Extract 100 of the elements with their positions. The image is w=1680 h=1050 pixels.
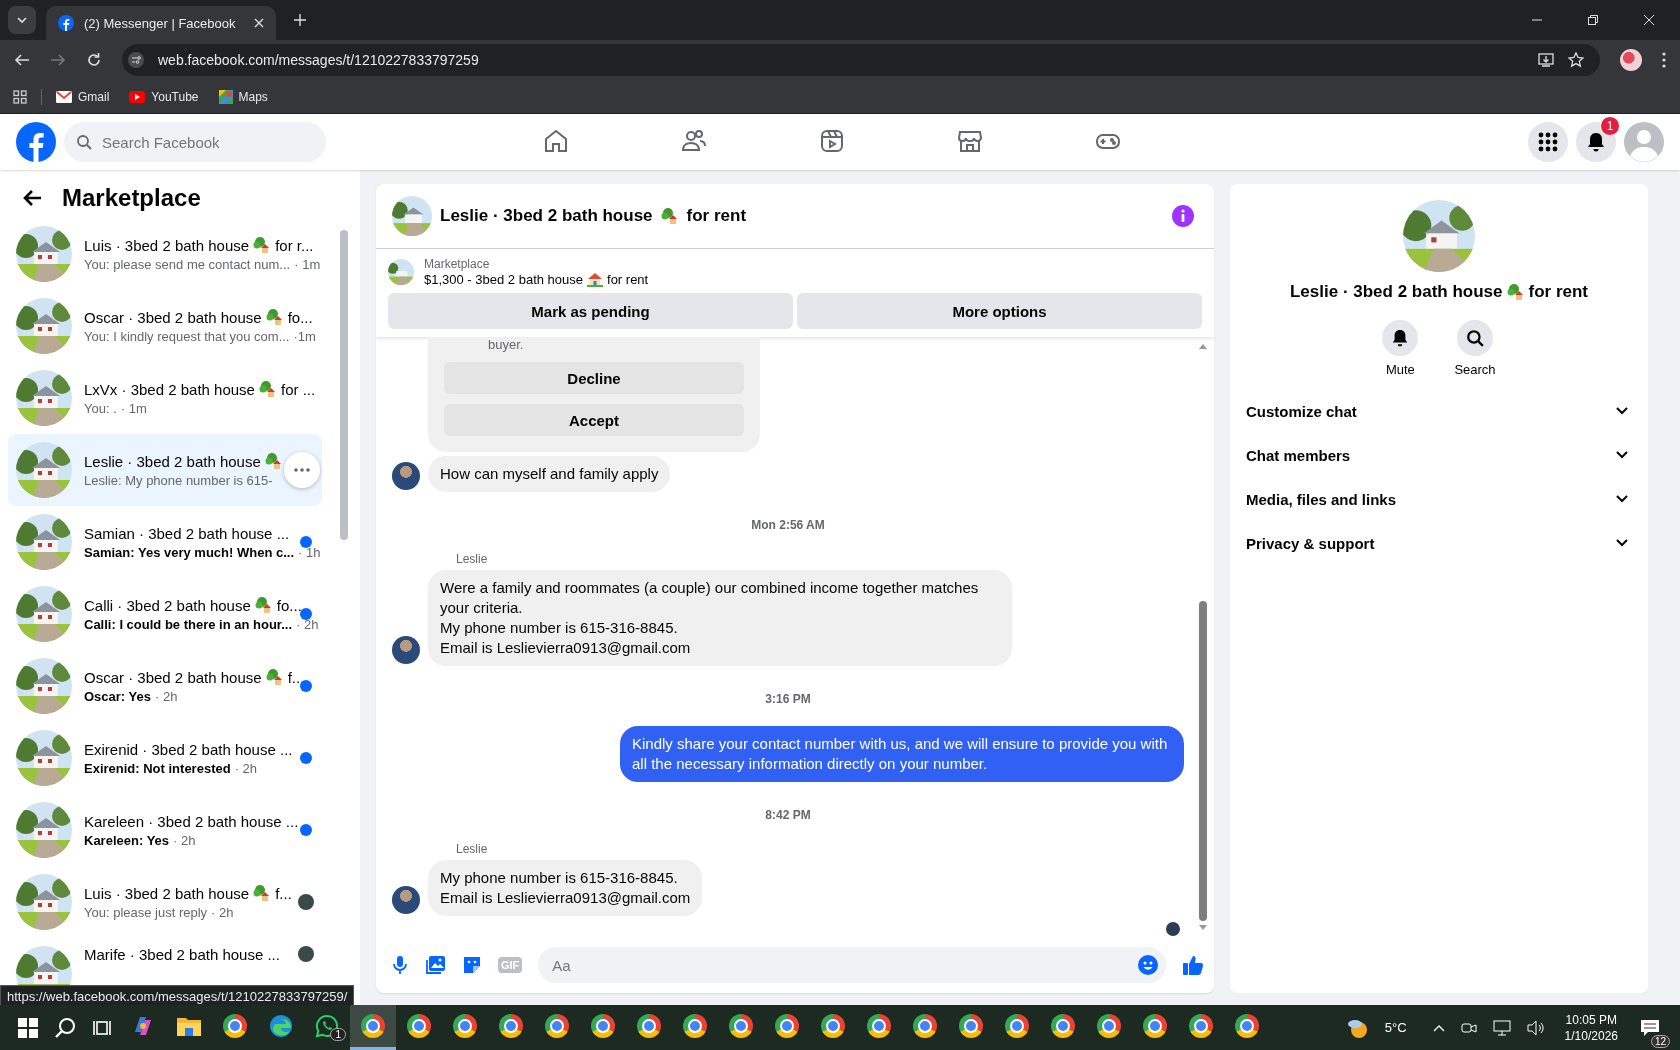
- star-icon[interactable]: [1568, 52, 1584, 68]
- message-bubble: Were a family and roommates (a couple) our combined income together matches your criteria. My phone number is 615-316-8845. Email is Leslievierra0913@gmail.com: [428, 570, 1012, 666]
- conversation-item[interactable]: Luis · 3bed 2 bath house for r... You: please send me contact num... · 1m: [8, 218, 322, 290]
- conversation-item[interactable]: Kareleen · 3bed 2 bath house ... Kareleen: Yes · 2h: [8, 794, 322, 866]
- forward-icon[interactable]: [50, 52, 66, 68]
- conversation-title: Calli · 3bed 2 bath house: [84, 596, 251, 614]
- back-icon[interactable]: [14, 52, 30, 68]
- clock-date: 1/10/2026: [1564, 1027, 1618, 1044]
- bookmark[interactable]: Maps: [218, 89, 268, 104]
- bookmark[interactable]: Gmail: [56, 89, 110, 104]
- conversation-item[interactable]: Exirenid · 3bed 2 bath house ... Exirenid: Not interested · 2h: [8, 722, 322, 794]
- message-input[interactable]: Aa: [538, 947, 1166, 983]
- action-button[interactable]: Mark as pending: [388, 293, 793, 329]
- card-button[interactable]: Accept: [444, 404, 744, 436]
- camera-icon[interactable]: [1460, 1020, 1477, 1035]
- conversation-item[interactable]: Oscar · 3bed 2 bath house fo... You: I kindly request that you com... ·1m: [8, 290, 322, 362]
- browser-logo-icon: [821, 1014, 845, 1038]
- close-icon[interactable]: [1644, 15, 1654, 25]
- message-preview: Kareleen: Yes: [84, 832, 170, 848]
- browser-app-icon[interactable]: [350, 1005, 396, 1050]
- chat-app-icon[interactable]: 1: [304, 1005, 350, 1050]
- more-icon[interactable]: [1662, 52, 1666, 68]
- message-time: · 1m: [120, 401, 147, 416]
- conversation-item[interactable]: Luis · 3bed 2 bath house f... You: please just reply · 2h: [8, 866, 322, 938]
- chat-bubble-icon: [315, 1014, 339, 1038]
- close-icon[interactable]: [254, 18, 264, 28]
- conversation-item[interactable]: Leslie · 3bed 2 bath house Leslie: My phone number is 615-: [8, 434, 322, 506]
- new-tab-icon[interactable]: [294, 14, 306, 26]
- profile-avatar[interactable]: [1620, 49, 1642, 71]
- timestamp: 8:42 PM: [765, 808, 811, 822]
- card-button[interactable]: Decline: [444, 362, 744, 394]
- message-preview: Leslie: My phone number is 615-: [84, 473, 273, 488]
- conversation-item[interactable]: LxVx · 3bed 2 bath house for ... You: . · 1m: [8, 362, 322, 434]
- conversation-title: Kareleen · 3bed 2 bath house ...: [84, 812, 299, 830]
- listing-label: Marketplace: [424, 257, 491, 271]
- apps-grid-icon[interactable]: [13, 89, 27, 104]
- conversation-title: for r...: [275, 236, 314, 254]
- browser-logo-icon: [407, 1014, 431, 1038]
- chevron-icon: [1616, 495, 1628, 503]
- section-header[interactable]: Privacy & support: [1238, 521, 1640, 565]
- map-icon: [218, 89, 233, 104]
- section-header[interactable]: Chat members: [1238, 433, 1640, 477]
- notifications-button[interactable]: [1576, 122, 1616, 162]
- caret-icon[interactable]: [1432, 1023, 1445, 1032]
- chat-title: Leslie · 3bed 2 bath house: [440, 206, 653, 226]
- site-settings-icon[interactable]: [128, 52, 144, 68]
- browser-logo-icon: [1005, 1014, 1029, 1038]
- browser-logo-icon: [453, 1014, 477, 1038]
- message-preview: Exirenid: Not interested: [84, 760, 231, 776]
- mail-icon: [56, 90, 72, 103]
- f-logo-icon[interactable]: [16, 122, 56, 162]
- search-input[interactable]: Search Facebook: [100, 132, 314, 152]
- thumbs-up-icon[interactable]: [1182, 954, 1204, 976]
- listing-title: for rent: [607, 271, 649, 287]
- message-preview: Oscar: Yes: [84, 689, 151, 704]
- browser-logo-icon: [683, 1014, 707, 1038]
- conversation-item[interactable]: Calli · 3bed 2 bath house fo... Calli: I could be there in an hour... · 2h: [8, 578, 322, 650]
- browser-tab[interactable]: (2) Messenger | Facebook: [46, 6, 276, 40]
- section-header[interactable]: Media, files and links: [1238, 477, 1640, 521]
- chevron-icon: [1616, 539, 1628, 547]
- search-button[interactable]: [1457, 320, 1493, 356]
- bookmark[interactable]: YouTube: [129, 89, 199, 104]
- photo-icon[interactable]: [426, 955, 446, 975]
- back-icon[interactable]: [22, 189, 42, 207]
- start-icon[interactable]: [18, 1017, 38, 1038]
- card-text: buyer.: [487, 337, 525, 352]
- section-header[interactable]: Customize chat: [1238, 389, 1640, 433]
- search-field[interactable]: Search Facebook: [64, 122, 326, 162]
- message-bubble: How can myself and family apply: [428, 456, 671, 492]
- notification-center-icon[interactable]: [1640, 1018, 1660, 1037]
- speaker-icon[interactable]: [1526, 1019, 1545, 1036]
- sender-name: Leslie: [456, 842, 488, 856]
- network-icon[interactable]: [1492, 1019, 1511, 1036]
- reload-icon[interactable]: [86, 52, 102, 68]
- sticker-icon[interactable]: [462, 955, 482, 975]
- clock-time: 10:05 PM: [1565, 1011, 1617, 1028]
- conversation-title: fo...: [287, 308, 313, 326]
- conversation-title: Leslie · 3bed 2 bath house: [84, 452, 261, 470]
- address-bar[interactable]: web.facebook.com/messages/t/1210227833797259: [122, 44, 1600, 76]
- menu-button[interactable]: [1528, 122, 1568, 162]
- conversation-title: Luis · 3bed 2 bath house: [84, 236, 250, 254]
- chat-name: for rent: [1528, 282, 1589, 302]
- action-button[interactable]: More options: [797, 293, 1202, 329]
- mute-button[interactable]: [1382, 320, 1419, 356]
- conversation-item[interactable]: Samian · 3bed 2 bath house ... Samian: Yes very much! When c... · 1h: [8, 506, 322, 578]
- restore-icon[interactable]: [1588, 15, 1598, 25]
- scroll-down-icon[interactable]: [1199, 925, 1207, 931]
- tab-search-button[interactable]: [8, 6, 36, 34]
- conversation-title: f...: [287, 668, 305, 686]
- search-icon[interactable]: [54, 1016, 76, 1039]
- install-icon[interactable]: [1538, 52, 1554, 68]
- conversation-item[interactable]: Oscar · 3bed 2 bath house f... Oscar: Yes · 2h: [8, 650, 322, 722]
- play-icon: [129, 90, 146, 103]
- scroll-up-icon[interactable]: [1199, 343, 1207, 349]
- emoji-icon[interactable]: [1138, 955, 1158, 975]
- text-input[interactable]: Aa: [550, 955, 1138, 975]
- info-icon[interactable]: [1172, 205, 1194, 227]
- conversation-title: for ...: [280, 380, 316, 398]
- button-label: Mute: [1385, 362, 1415, 377]
- microphone-icon[interactable]: [390, 955, 410, 975]
